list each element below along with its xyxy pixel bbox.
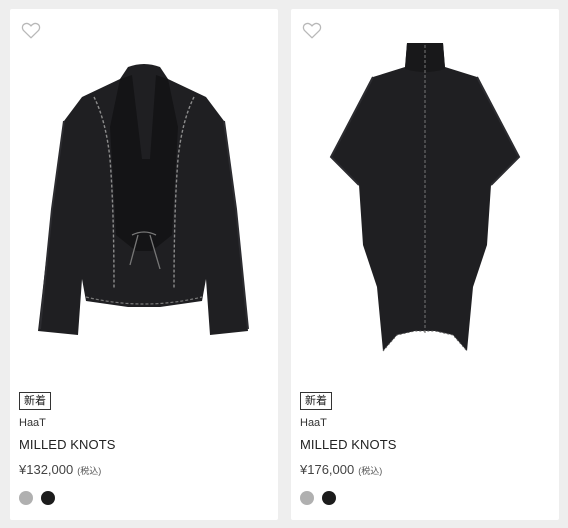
- product-name[interactable]: MILLED KNOTS: [300, 437, 397, 452]
- cape-image: [329, 43, 521, 352]
- price: ¥176,000 (税込): [300, 462, 382, 477]
- price: ¥132,000 (税込): [19, 462, 101, 477]
- color-swatch-gray[interactable]: [19, 491, 33, 505]
- color-swatches: [19, 491, 55, 505]
- new-badge: 新着: [300, 392, 332, 410]
- product-grid: 新着 HaaT MILLED KNOTS ¥132,000 (税込) 新着 Ha…: [0, 0, 568, 528]
- heart-icon[interactable]: [20, 19, 42, 41]
- heart-icon[interactable]: [301, 19, 323, 41]
- tax-label: (税込): [77, 466, 102, 476]
- jacket-image: [38, 64, 249, 335]
- brand-name[interactable]: HaaT: [19, 417, 46, 429]
- new-badge: 新着: [19, 392, 51, 410]
- color-swatch-black[interactable]: [41, 491, 55, 505]
- color-swatch-black[interactable]: [322, 491, 336, 505]
- product-image[interactable]: [291, 39, 559, 379]
- color-swatches: [300, 491, 336, 505]
- product-image[interactable]: [10, 39, 278, 379]
- price-value: ¥132,000: [19, 462, 74, 477]
- tax-label: (税込): [358, 466, 383, 476]
- product-card[interactable]: 新着 HaaT MILLED KNOTS ¥132,000 (税込): [10, 9, 278, 520]
- product-name[interactable]: MILLED KNOTS: [19, 437, 116, 452]
- product-card[interactable]: 新着 HaaT MILLED KNOTS ¥176,000 (税込): [291, 9, 559, 520]
- price-value: ¥176,000: [300, 462, 355, 477]
- brand-name[interactable]: HaaT: [300, 417, 327, 429]
- color-swatch-gray[interactable]: [300, 491, 314, 505]
